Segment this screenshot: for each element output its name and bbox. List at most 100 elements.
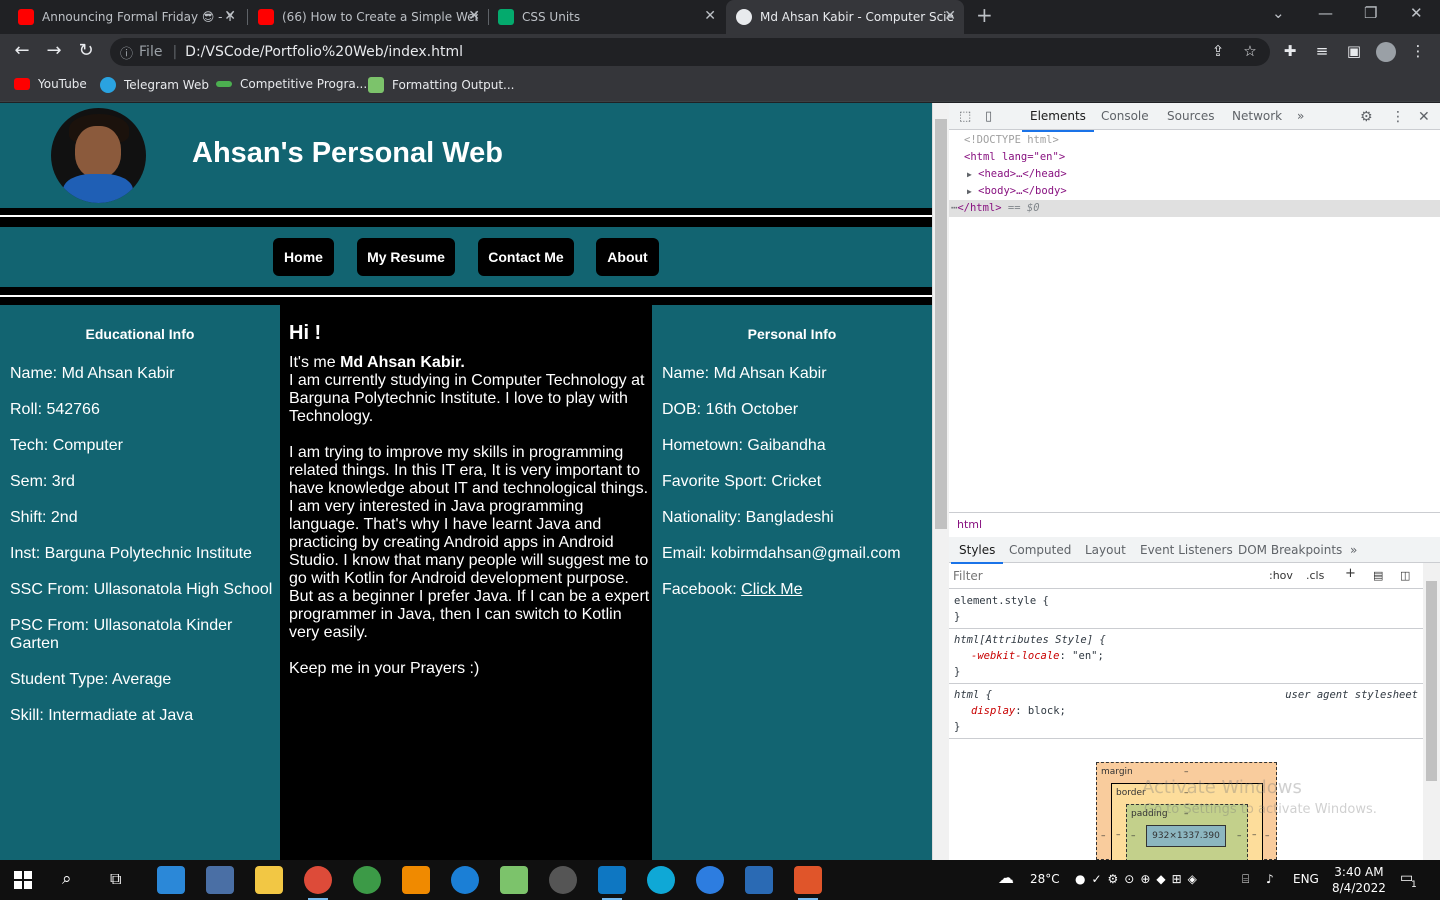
close-icon[interactable]: ✕ xyxy=(944,8,956,24)
word-icon[interactable] xyxy=(696,866,724,894)
obs-icon[interactable] xyxy=(549,866,577,894)
restore-icon[interactable]: ❐ xyxy=(1364,4,1377,22)
tab-computed[interactable]: Computed xyxy=(1009,543,1071,557)
bookmark-youtube[interactable]: YouTube xyxy=(14,77,87,91)
tab-portfolio-active[interactable]: Md Ahsan Kabir - Computer Scie ✕ xyxy=(726,0,964,34)
info-icon[interactable]: ⓘ xyxy=(120,43,133,62)
edu-item: Student Type: Average xyxy=(10,671,172,688)
tab-layout[interactable]: Layout xyxy=(1085,543,1126,557)
breadcrumb[interactable]: html xyxy=(949,512,1440,534)
back-icon[interactable]: ← xyxy=(10,40,34,61)
more-tabs-icon[interactable]: » xyxy=(1297,109,1304,123)
nav-contact-button[interactable]: Contact Me xyxy=(478,238,574,276)
volume-icon[interactable]: ♪ xyxy=(1266,872,1274,886)
nav-home-button[interactable]: Home xyxy=(273,238,334,276)
device-toggle-icon[interactable]: ▯ xyxy=(985,109,992,124)
edu-item: Tech: Computer xyxy=(10,437,123,454)
edu-item: Inst: Barguna Polytechnic Institute xyxy=(10,545,252,562)
devtools-panel: ⬚ ▯ Elements Console Sources Network » ⚙… xyxy=(949,103,1440,862)
tab-network[interactable]: Network xyxy=(1232,109,1282,123)
search-icon[interactable]: ⌕ xyxy=(62,869,72,889)
file-explorer-icon[interactable] xyxy=(255,866,283,894)
language-indicator[interactable]: ENG xyxy=(1293,872,1319,886)
tab-console[interactable]: Console xyxy=(1101,109,1149,123)
sync-app-icon[interactable] xyxy=(353,866,381,894)
edge-icon[interactable] xyxy=(647,866,675,894)
tab-dom-breakpoints[interactable]: DOM Breakpoints xyxy=(1238,543,1342,557)
nav-about-button[interactable]: About xyxy=(596,238,659,276)
forward-icon[interactable]: → xyxy=(42,40,66,61)
network-icon[interactable]: ⌸ xyxy=(1242,872,1249,887)
more-style-tabs-icon[interactable]: » xyxy=(1350,543,1357,557)
dom-head[interactable]: <head>…</head> xyxy=(978,168,1067,180)
tab-sources[interactable]: Sources xyxy=(1167,109,1214,123)
bookmark-competitive[interactable]: Competitive Progra... xyxy=(216,77,367,91)
share-icon[interactable]: ⇪ xyxy=(1208,42,1228,60)
tray-icons[interactable]: ●✓⚙⊙⊕◆⊞◈ xyxy=(1075,872,1203,886)
chrome-icon[interactable] xyxy=(304,866,332,900)
hov-toggle[interactable]: :hov xyxy=(1269,569,1293,582)
bookmark-formatting[interactable]: Formatting Output... xyxy=(368,77,515,93)
tab-youtube-formal-friday[interactable]: Announcing Formal Friday 😎 - Y ✕ xyxy=(8,0,244,34)
scrollbar-thumb[interactable] xyxy=(1426,581,1437,781)
minimize-icon[interactable]: — xyxy=(1318,4,1333,22)
vlc-icon[interactable] xyxy=(402,866,430,894)
facebook-link[interactable]: Click Me xyxy=(741,581,802,598)
pc-icon[interactable] xyxy=(206,866,234,894)
expand-arrow-icon[interactable]: ▶ xyxy=(967,187,972,196)
tab-youtube-web[interactable]: (66) How to Create a Simple Web ✕ xyxy=(248,0,488,34)
styles-scrollbar[interactable] xyxy=(1423,563,1440,860)
profile-avatar[interactable] xyxy=(1376,42,1396,62)
devtools-menu-icon[interactable]: ⋮ xyxy=(1391,109,1405,125)
dom-html-open[interactable]: <html lang="en"> xyxy=(964,151,1065,163)
expand-arrow-icon[interactable]: ▶ xyxy=(967,170,972,179)
close-devtools-icon[interactable]: ✕ xyxy=(1418,109,1430,125)
tab-event-listeners[interactable]: Event Listeners xyxy=(1140,543,1233,557)
photos-icon[interactable] xyxy=(745,866,773,894)
close-icon[interactable]: ✕ xyxy=(468,8,480,24)
sidebar-toggle-icon[interactable]: ◫ xyxy=(1400,569,1410,582)
store-icon[interactable] xyxy=(157,866,185,894)
menu-icon[interactable]: ⋮ xyxy=(1408,42,1428,60)
activation-watermark-subtitle: Go to Settings to activate Windows. xyxy=(1144,802,1377,817)
windows-start-icon[interactable] xyxy=(14,871,32,889)
selected-marker: == $0 xyxy=(1007,202,1040,214)
personal-item: Name: Md Ahsan Kabir xyxy=(662,365,827,382)
tab-search-icon[interactable]: ⌄ xyxy=(1272,4,1285,22)
app-icon[interactable] xyxy=(451,866,479,894)
cls-toggle[interactable]: .cls xyxy=(1306,569,1324,582)
dom-html-close[interactable]: </html> xyxy=(957,202,1001,214)
dom-body[interactable]: <body>…</body> xyxy=(978,185,1067,197)
page-scrollbar[interactable] xyxy=(932,103,949,860)
nav-resume-button[interactable]: My Resume xyxy=(357,238,455,276)
task-view-icon[interactable]: ⧉ xyxy=(110,869,121,889)
scrollbar-thumb[interactable] xyxy=(935,119,947,529)
tab-css-units[interactable]: CSS Units ✕ xyxy=(488,0,724,34)
app-active-icon[interactable] xyxy=(794,866,822,900)
reload-icon[interactable]: ↻ xyxy=(74,40,98,61)
weather-temp[interactable]: 28°C xyxy=(1030,872,1060,886)
settings-icon[interactable]: ⚙ xyxy=(1360,109,1373,125)
styles-tabbar: Styles Computed Layout Event Listeners D… xyxy=(949,537,1440,564)
reading-list-icon[interactable]: ≡ xyxy=(1312,42,1332,60)
new-tab-icon[interactable]: + xyxy=(976,3,993,27)
extensions-icon[interactable]: ✚ xyxy=(1280,42,1300,60)
notepad-icon[interactable] xyxy=(500,866,528,894)
styles-filter-input[interactable] xyxy=(953,566,1258,586)
star-icon[interactable]: ☆ xyxy=(1240,42,1260,60)
tab-styles[interactable]: Styles xyxy=(950,543,1004,564)
url-text[interactable]: D:/VSCode/Portfolio%20Web/index.html xyxy=(185,44,463,60)
inspect-icon[interactable]: ⬚ xyxy=(959,109,971,124)
close-icon[interactable]: ✕ xyxy=(224,8,236,24)
address-bar[interactable]: ⓘ File | D:/VSCode/Portfolio%20Web/index… xyxy=(110,38,1270,66)
weather-icon[interactable]: ☁ xyxy=(998,868,1014,887)
close-icon[interactable]: ✕ xyxy=(704,8,716,24)
tab-elements[interactable]: Elements xyxy=(1022,109,1094,132)
side-panel-icon[interactable]: ▣ xyxy=(1344,42,1364,60)
paint-icon[interactable]: ▤ xyxy=(1373,569,1383,582)
clock[interactable]: 3:40 AM 8/4/2022 xyxy=(1332,864,1386,896)
close-window-icon[interactable]: ✕ xyxy=(1410,4,1423,22)
vscode-icon[interactable] xyxy=(598,866,626,900)
bookmark-telegram[interactable]: Telegram Web xyxy=(100,77,209,93)
new-rule-icon[interactable]: + xyxy=(1345,566,1356,581)
